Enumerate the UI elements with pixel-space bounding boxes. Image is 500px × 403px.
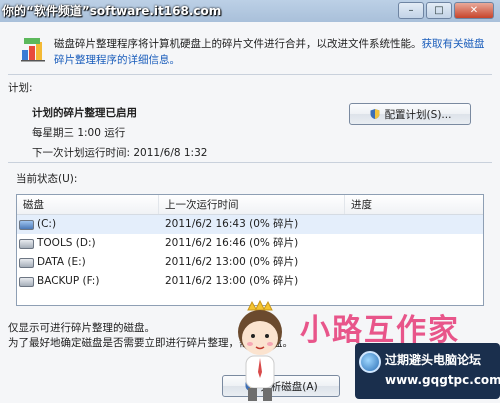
- disk-row-d[interactable]: TOOLS (D:) 2011/6/2 16:46 (0% 碎片): [17, 234, 483, 253]
- defrag-app-icon: [21, 38, 45, 62]
- schedule-section-label: 计划:: [8, 82, 33, 94]
- progress-cell: [345, 234, 483, 253]
- schedule-next-run: 下一次计划运行时间: 2011/6/8 1:32: [32, 147, 208, 159]
- schedule-status: 计划的碎片整理已启用: [32, 107, 137, 119]
- disk-row-e[interactable]: DATA (E:) 2011/6/2 13:00 (0% 碎片): [17, 253, 483, 272]
- close-button[interactable]: ✕: [454, 2, 494, 19]
- window-controls: – □ ✕: [398, 2, 494, 19]
- column-header-progress[interactable]: 进度: [345, 195, 483, 214]
- disk-name: (C:): [37, 218, 57, 230]
- shield-icon: [370, 109, 380, 119]
- forum-title: 过期避头电脑论坛: [385, 353, 482, 367]
- forum-logo-icon: [359, 351, 381, 373]
- separator: [8, 74, 492, 75]
- disk-name: DATA (E:): [37, 256, 86, 268]
- forum-url: www.gqgtpc.com: [385, 373, 500, 387]
- drive-icon: [19, 238, 34, 249]
- last-run-cell: 2011/6/2 16:46 (0% 碎片): [165, 237, 299, 249]
- disk-cell: TOOLS (D:): [17, 234, 159, 253]
- configure-schedule-button[interactable]: 配置计划(S)...: [349, 103, 471, 125]
- note-line-1: 仅显示可进行碎片整理的磁盘。: [8, 322, 155, 334]
- disk-list[interactable]: 磁盘 上一次运行时间 进度 (C:) 2011/6/2 16:43 (0% 碎片…: [16, 194, 484, 306]
- drive-icon: [19, 276, 34, 287]
- minimize-button[interactable]: –: [398, 2, 424, 19]
- last-run-cell: 2011/6/2 13:00 (0% 碎片): [165, 275, 299, 287]
- disk-cell: (C:): [17, 215, 159, 234]
- progress-cell: [345, 215, 483, 234]
- maximize-button[interactable]: □: [426, 2, 452, 19]
- disk-cell: BACKUP (F:): [17, 272, 159, 291]
- mascot-watermark-image: [238, 300, 282, 401]
- progress-cell: [345, 272, 483, 291]
- disk-name: TOOLS (D:): [37, 237, 96, 249]
- progress-cell: [345, 253, 483, 272]
- last-run-cell: 2011/6/2 16:43 (0% 碎片): [165, 218, 299, 230]
- current-status-label: 当前状态(U):: [16, 173, 78, 185]
- disk-defragmenter-window: 你的“软件频道”software.it168.com – □ ✕ 磁盘碎片整理程…: [0, 0, 500, 403]
- configure-schedule-label: 配置计划(S)...: [384, 108, 452, 121]
- system-drive-icon: [19, 219, 34, 230]
- disk-list-header: 磁盘 上一次运行时间 进度: [17, 195, 483, 215]
- last-run-cell: 2011/6/2 13:00 (0% 碎片): [165, 256, 299, 268]
- forum-watermark-badge: 过期避头电脑论坛 www.gqgtpc.com: [355, 343, 500, 399]
- disk-row-c[interactable]: (C:) 2011/6/2 16:43 (0% 碎片): [17, 215, 483, 234]
- note-line-2: 为了最好地确定磁盘是否需要立即进行碎片整理，需: [8, 337, 250, 349]
- column-header-disk[interactable]: 磁盘: [17, 195, 159, 214]
- title-bar[interactable]: 你的“软件频道”software.it168.com – □ ✕: [0, 0, 500, 22]
- disk-name: BACKUP (F:): [37, 275, 100, 287]
- schedule-frequency: 每星期三 1:00 运行: [32, 127, 126, 139]
- drive-icon: [19, 257, 34, 268]
- column-header-last-run[interactable]: 上一次运行时间: [159, 195, 345, 214]
- separator: [8, 162, 492, 163]
- site-watermark: 你的“软件频道”software.it168.com: [2, 4, 222, 18]
- header-description: 磁盘碎片整理程序将计算机硬盘上的碎片文件进行合并，以改进文件系统性能。获取有关磁…: [54, 36, 494, 68]
- description-text: 磁盘碎片整理程序将计算机硬盘上的碎片文件进行合并，以改进文件系统性能。: [54, 38, 422, 50]
- disk-cell: DATA (E:): [17, 253, 159, 272]
- disk-row-f[interactable]: BACKUP (F:) 2011/6/2 13:00 (0% 碎片): [17, 272, 483, 291]
